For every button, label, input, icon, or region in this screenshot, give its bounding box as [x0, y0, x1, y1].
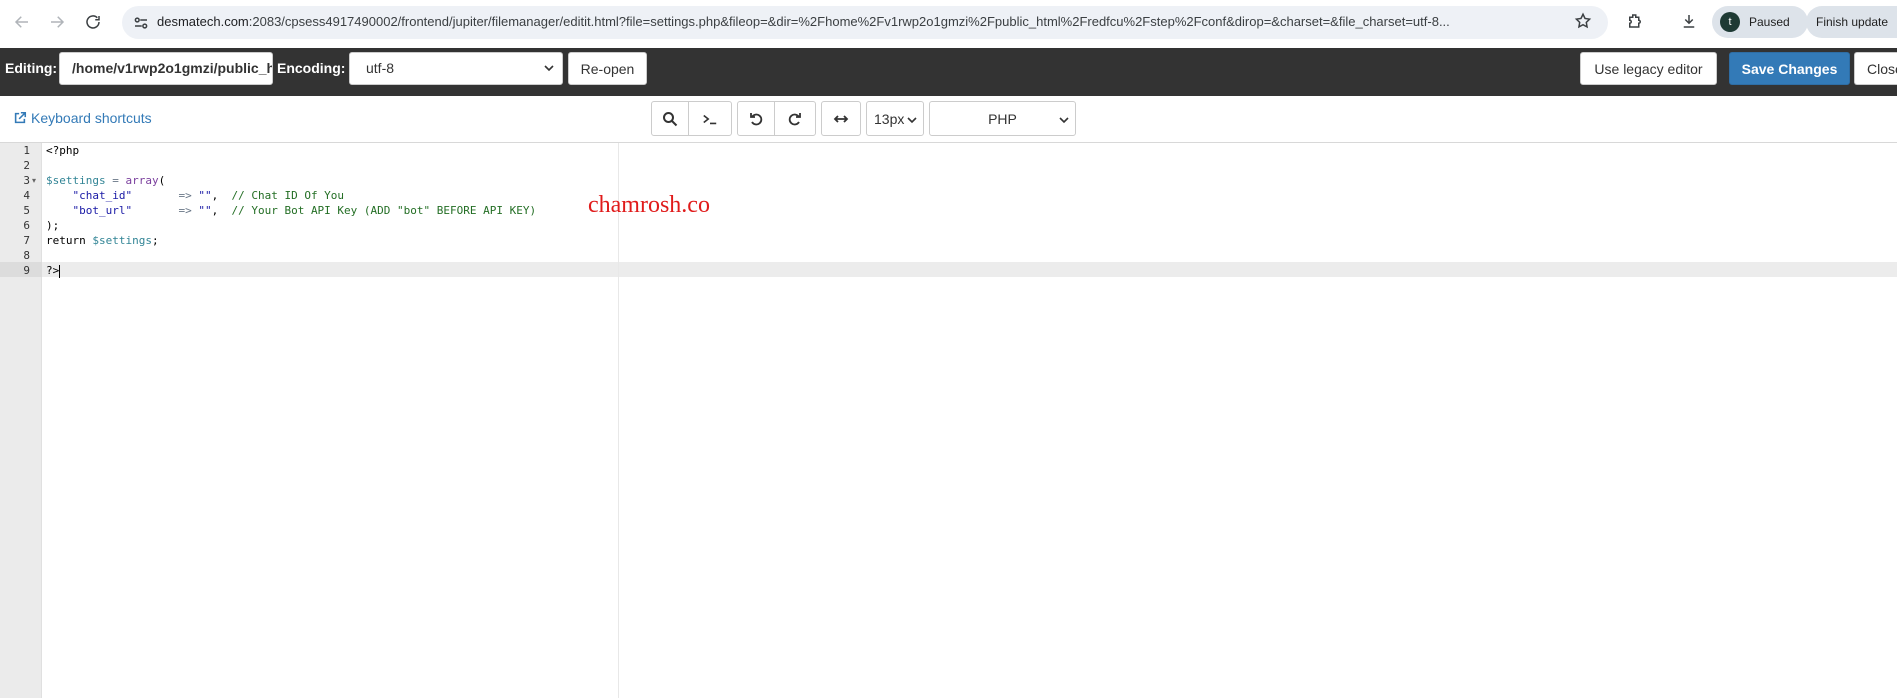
- use-legacy-editor-button[interactable]: Use legacy editor: [1580, 52, 1717, 85]
- print-margin: [618, 143, 619, 698]
- line-number: 3: [23, 174, 30, 187]
- search-icon: [663, 111, 678, 126]
- separator: ,: [211, 204, 232, 217]
- file-path-input[interactable]: /home/v1rwp2o1gmzi/public_html/redfcu/st…: [59, 52, 273, 85]
- save-changes-button[interactable]: Save Changes: [1729, 52, 1850, 85]
- keyboard-shortcuts-label: Keyboard shortcuts: [31, 110, 152, 126]
- chevron-down-icon: [544, 65, 554, 72]
- profile-status: Paused: [1749, 15, 1790, 29]
- word-wrap-button[interactable]: [821, 101, 861, 136]
- reopen-button[interactable]: Re-open: [568, 52, 647, 85]
- close-button[interactable]: Close: [1854, 52, 1897, 85]
- font-size-value: 13px: [874, 110, 905, 127]
- string-key: "chat_id": [72, 189, 133, 202]
- arrows-horizontal-icon: [833, 114, 849, 123]
- terminal-icon: [703, 114, 717, 124]
- paren: (: [158, 174, 166, 187]
- variable: $settings: [46, 174, 106, 187]
- function-name: array: [125, 174, 159, 187]
- goto-line-button[interactable]: [688, 101, 732, 136]
- back-button[interactable]: [8, 8, 36, 36]
- php-close-tag: ?>: [46, 264, 60, 277]
- comment: // Chat ID Of You: [231, 189, 345, 202]
- finish-update-button[interactable]: Finish update: [1806, 6, 1897, 38]
- undo-icon: [750, 112, 763, 125]
- url-text[interactable]: desmatech.com:2083/cpsess4917490002/fron…: [157, 14, 1557, 29]
- arrow-left-icon: [14, 16, 28, 28]
- reload-button[interactable]: [79, 8, 107, 36]
- comment: // Your Bot API Key (ADD "bot" BEFORE AP…: [231, 204, 537, 217]
- redo-icon: [788, 112, 801, 125]
- encoding-label: Encoding:: [277, 60, 346, 76]
- string-value: "": [198, 189, 212, 202]
- language-mode-select[interactable]: PHP: [929, 101, 1076, 136]
- address-bar[interactable]: desmatech.com:2083/cpsess4917490002/fron…: [122, 6, 1608, 39]
- fold-toggle-icon[interactable]: ▾: [32, 173, 40, 188]
- code-line-5: "bot_url" => "", // Your Bot API Key (AD…: [46, 203, 537, 218]
- code-line-9: ?>: [46, 263, 61, 278]
- operator: =: [105, 174, 126, 187]
- encoding-select[interactable]: utf-8: [349, 52, 563, 85]
- line-number: 1: [23, 144, 30, 157]
- forward-button[interactable]: [43, 8, 71, 36]
- string-value: "": [198, 204, 212, 217]
- bookmark-star-icon[interactable]: [1574, 12, 1592, 30]
- encoding-value: utf-8: [366, 60, 395, 76]
- undo-button[interactable]: [737, 101, 775, 136]
- line-number: 2: [23, 159, 30, 172]
- url-path: :2083/cpsess4917490002/frontend/jupiter/…: [248, 14, 1450, 29]
- semicolon: ;: [151, 234, 159, 247]
- line-number: 6: [23, 219, 30, 232]
- line-number: 7: [23, 234, 30, 247]
- chevron-down-icon: [907, 117, 917, 124]
- code-line-4: "chat_id" => "", // Chat ID Of You: [46, 188, 345, 203]
- avatar: t: [1720, 12, 1740, 32]
- line-number: 8: [23, 249, 30, 262]
- profile-chip[interactable]: t Paused: [1712, 6, 1808, 38]
- keyword: return: [46, 234, 93, 247]
- code-line-6: );: [46, 218, 59, 233]
- editing-label: Editing:: [5, 60, 58, 76]
- code-line-1: <?php: [46, 143, 79, 158]
- code-line-7: return $settings;: [46, 233, 159, 248]
- extensions-puzzle-icon[interactable]: [1626, 12, 1644, 30]
- text-cursor: [59, 264, 61, 278]
- line-number: 4: [23, 189, 30, 202]
- arrow-operator: =>: [132, 204, 199, 217]
- code-line-3: $settings = array(: [46, 173, 165, 188]
- line-number: 9: [23, 264, 30, 277]
- arrow-operator: =>: [132, 189, 199, 202]
- string-key: "bot_url": [72, 204, 133, 217]
- code-editor[interactable]: 1 2 3 ▾ 4 5 6 7 8 9 <?php $settings = ar…: [0, 142, 1897, 698]
- separator: ,: [211, 189, 232, 202]
- active-line-highlight: [42, 262, 1897, 277]
- language-mode-value: PHP: [988, 110, 1017, 127]
- search-button[interactable]: [651, 101, 689, 136]
- font-size-select[interactable]: 13px: [866, 101, 924, 136]
- external-link-icon: [14, 111, 27, 124]
- chevron-down-icon: [1059, 117, 1069, 124]
- reload-icon: [86, 15, 100, 29]
- arrow-right-icon: [51, 16, 65, 28]
- close-paren: );: [46, 219, 60, 232]
- redo-button[interactable]: [774, 101, 816, 136]
- line-number: 5: [23, 204, 30, 217]
- variable: $settings: [92, 234, 152, 247]
- php-open-tag: <?php: [46, 144, 80, 157]
- watermark-text: chamrosh.co: [588, 192, 710, 218]
- site-settings-icon[interactable]: [132, 14, 150, 32]
- download-icon[interactable]: [1680, 12, 1698, 30]
- url-host: desmatech.com: [157, 14, 249, 29]
- keyboard-shortcuts-link[interactable]: Keyboard shortcuts: [13, 110, 152, 126]
- browser-toolbar: desmatech.com:2083/cpsess4917490002/fron…: [0, 0, 1897, 45]
